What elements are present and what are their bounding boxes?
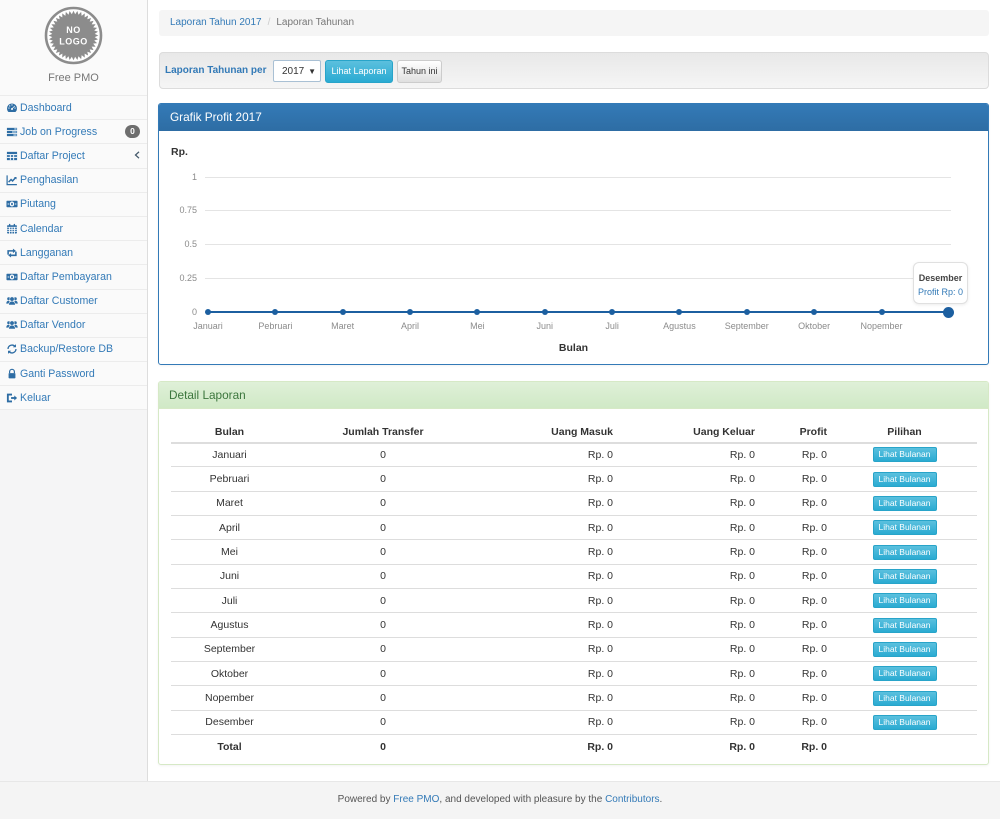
svg-text:NO: NO <box>66 25 81 35</box>
svg-text:LOGO: LOGO <box>59 37 88 47</box>
